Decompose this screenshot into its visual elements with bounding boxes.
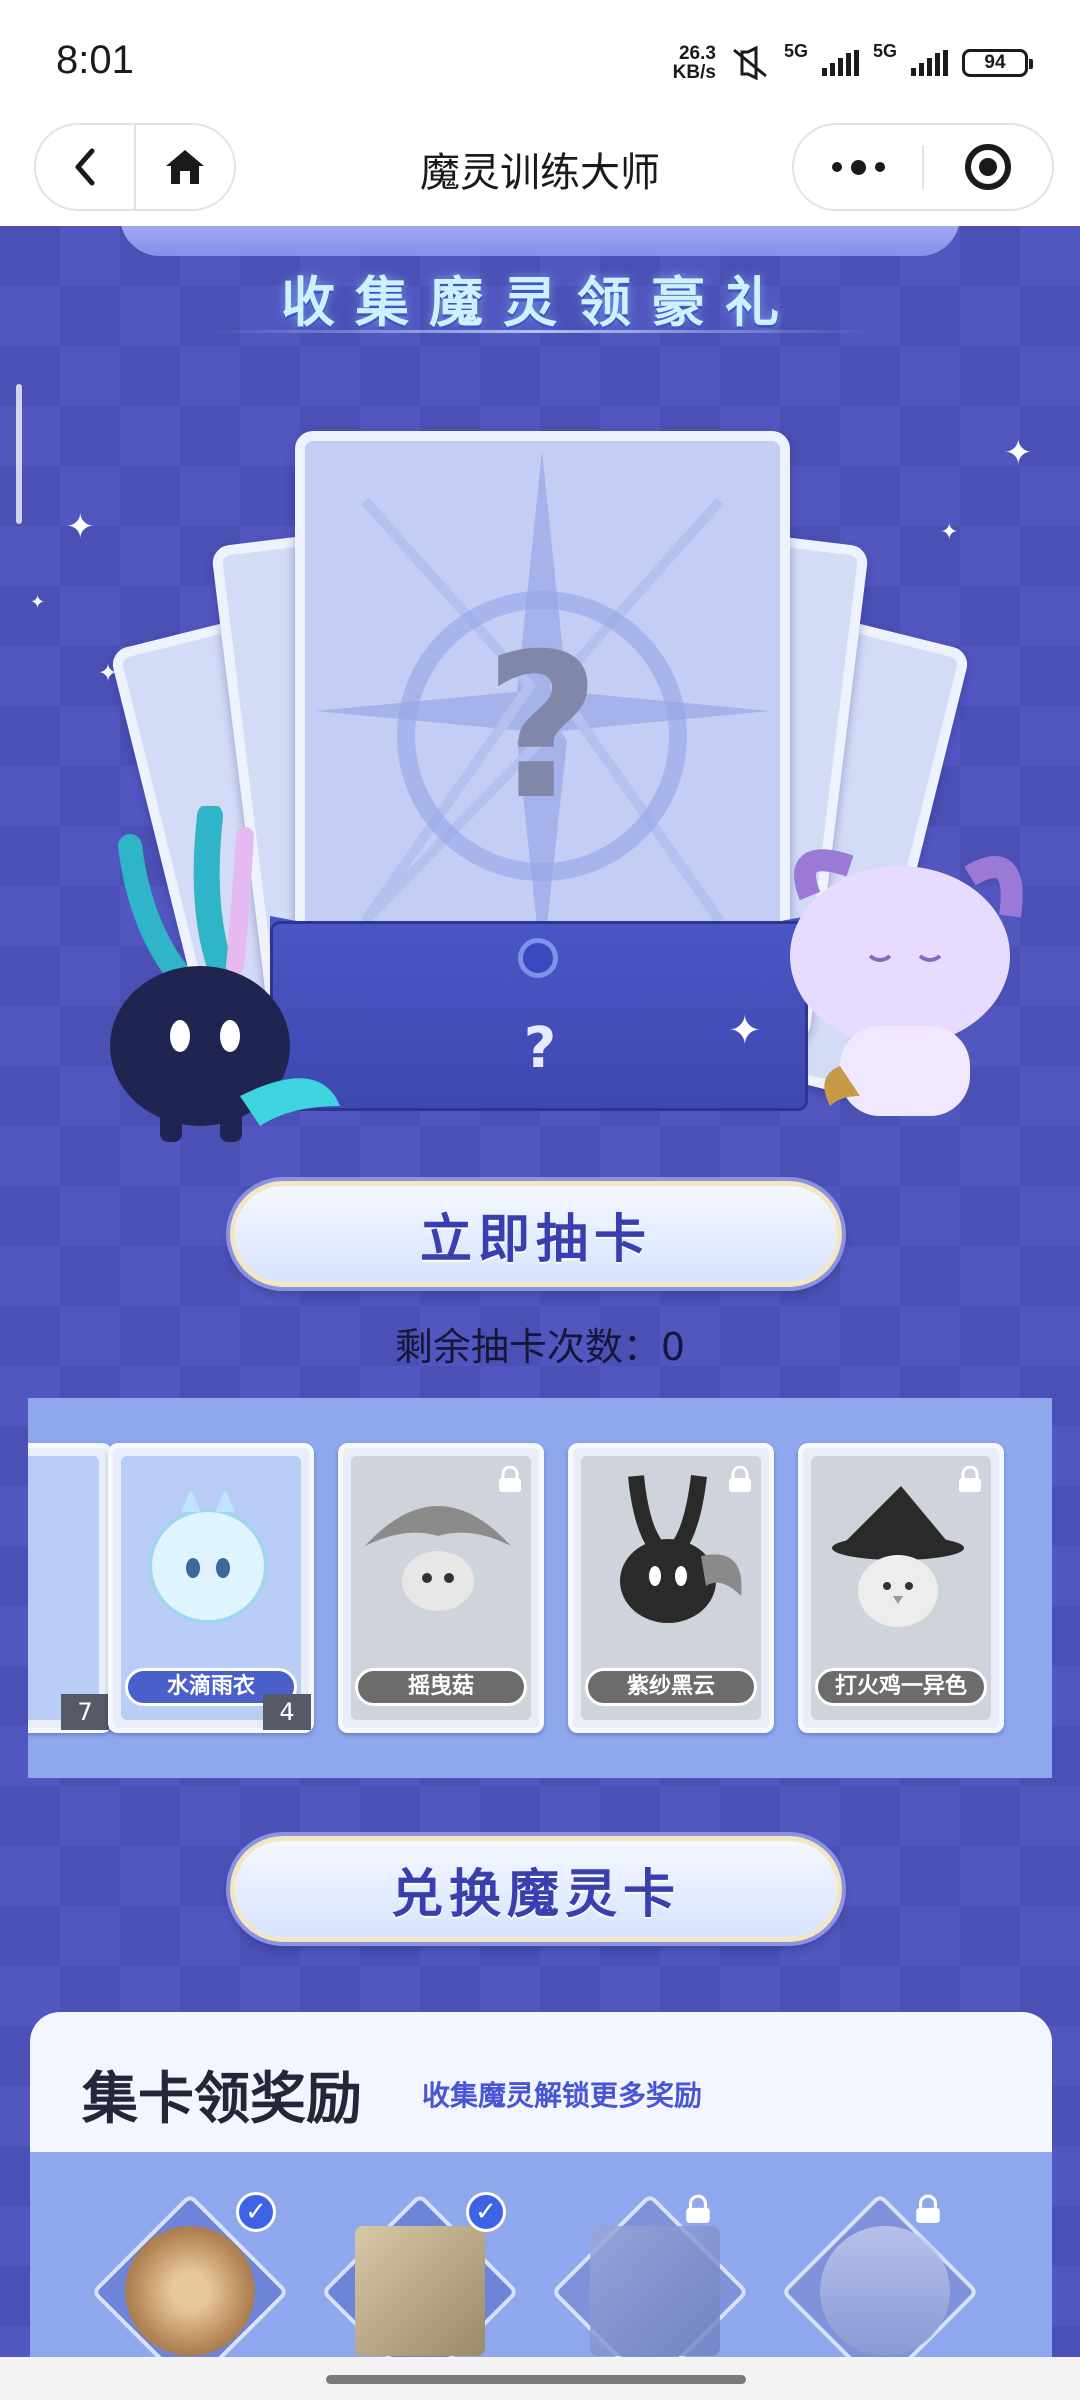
- redeem-card-button-label: 兑换魔灵卡: [390, 1864, 681, 1925]
- lavender-goat-creature: [790, 849, 1023, 1116]
- sim2-label: 5G: [872, 40, 897, 61]
- monster-card[interactable]: 紫纱黑云: [568, 1443, 774, 1733]
- capsule-menu: [792, 123, 1054, 211]
- shield-token-icon: [125, 2226, 255, 2356]
- rewards-header: 集卡领奖励 收集魔灵解锁更多奖励: [30, 2012, 1052, 2152]
- dot: [850, 159, 866, 175]
- network-speed-value: 26.3: [678, 43, 716, 64]
- home-indicator[interactable]: [326, 2375, 746, 2384]
- gesture-bar: [0, 2357, 1080, 2400]
- card-name: 摇曳菇: [355, 1668, 527, 1706]
- rewards-subtitle: 收集魔灵解锁更多奖励: [422, 2079, 703, 2112]
- close-miniapp-button[interactable]: [924, 144, 1052, 190]
- lock-icon: [959, 1466, 981, 1492]
- battery-icon: 94: [962, 49, 1033, 77]
- network-speed: 26.3 KB/s: [673, 44, 716, 82]
- envelope-seal: [518, 938, 558, 978]
- rewards-title: 集卡领奖励: [82, 2067, 362, 2132]
- remaining-draws-text: 剩余抽卡次数：0: [394, 1325, 686, 1369]
- signal-bars-2-icon: [911, 50, 948, 76]
- claimed-check-icon: ✓: [236, 2192, 276, 2232]
- collection-rewards-panel: 集卡领奖励 收集魔灵解锁更多奖励 ✓ ✓: [30, 2012, 1052, 2357]
- banner-subtitle: 收集魔灵领豪礼: [281, 271, 799, 334]
- card-count: 4: [263, 1694, 311, 1730]
- book-icon: [590, 2226, 720, 2356]
- sparkle-icon: ✦: [66, 507, 95, 547]
- sparkle-icon: ✦: [30, 592, 46, 613]
- more-button[interactable]: [794, 159, 922, 175]
- mute-icon: [733, 46, 767, 80]
- card-name: 紫纱黑云: [585, 1668, 757, 1706]
- lock-icon: [686, 2194, 710, 2223]
- scroll-map-icon: [355, 2226, 485, 2356]
- draw-card-button-label: 立即抽卡: [419, 1209, 652, 1270]
- status-bar: 8:01 26.3 KB/s 5G 5G 94: [0, 0, 1080, 118]
- lock-icon: [499, 1466, 521, 1492]
- card-name: 打火鸡一异色: [815, 1668, 987, 1706]
- sim1-label: 5G: [783, 40, 808, 61]
- scroll-indicator: [16, 384, 22, 524]
- monster-card[interactable]: 7: [28, 1443, 112, 1733]
- monster-card[interactable]: 水滴雨衣 4: [108, 1443, 314, 1733]
- draw-card-button[interactable]: 立即抽卡: [230, 1181, 842, 1287]
- card-collection-strip[interactable]: 7 水滴雨衣 4 摇曳菇 紫纱黑云 打火鸡一异色: [28, 1398, 1052, 1778]
- card-count: 7: [61, 1694, 109, 1730]
- sparkle-icon: ✦: [1004, 433, 1033, 473]
- dot: [831, 162, 842, 172]
- sparkle-icon: ✦: [728, 1008, 762, 1054]
- redeem-card-button[interactable]: 兑换魔灵卡: [230, 1836, 842, 1942]
- dark-bunny-creature: [110, 806, 340, 1142]
- card-art: [28, 1456, 99, 1720]
- banner-underline: [210, 330, 870, 333]
- banner-title-art: [120, 226, 960, 256]
- status-icons: 26.3 KB/s 5G 5G 94: [673, 40, 1033, 84]
- rewards-list[interactable]: ✓ ✓: [30, 2152, 1052, 2357]
- network-speed-unit: KB/s: [672, 62, 716, 83]
- hourglass-icon: [820, 2226, 950, 2356]
- monster-card[interactable]: 摇曳菇: [338, 1443, 544, 1733]
- sparkle-icon: ✦: [940, 520, 959, 545]
- main-content[interactable]: 收集魔灵领豪礼 ✦ ✦ ✦ ✦ ✦ ? ? ✦ 立即抽卡 剩余抽卡次数：0 7 …: [0, 226, 1080, 2357]
- lock-icon: [916, 2194, 940, 2223]
- claimed-check-icon: ✓: [466, 2192, 506, 2232]
- card-question-mark: ?: [484, 611, 601, 844]
- monster-card[interactable]: 打火鸡一异色: [798, 1443, 1004, 1733]
- target-icon: [965, 144, 1011, 190]
- lock-icon: [729, 1466, 751, 1492]
- dot: [874, 162, 885, 172]
- title-bar: 魔灵训练大师: [0, 118, 1080, 226]
- signal-bars-1-icon: [821, 50, 859, 76]
- status-time: 8:01: [56, 38, 134, 82]
- water-drop-creature-icon: [148, 1490, 268, 1624]
